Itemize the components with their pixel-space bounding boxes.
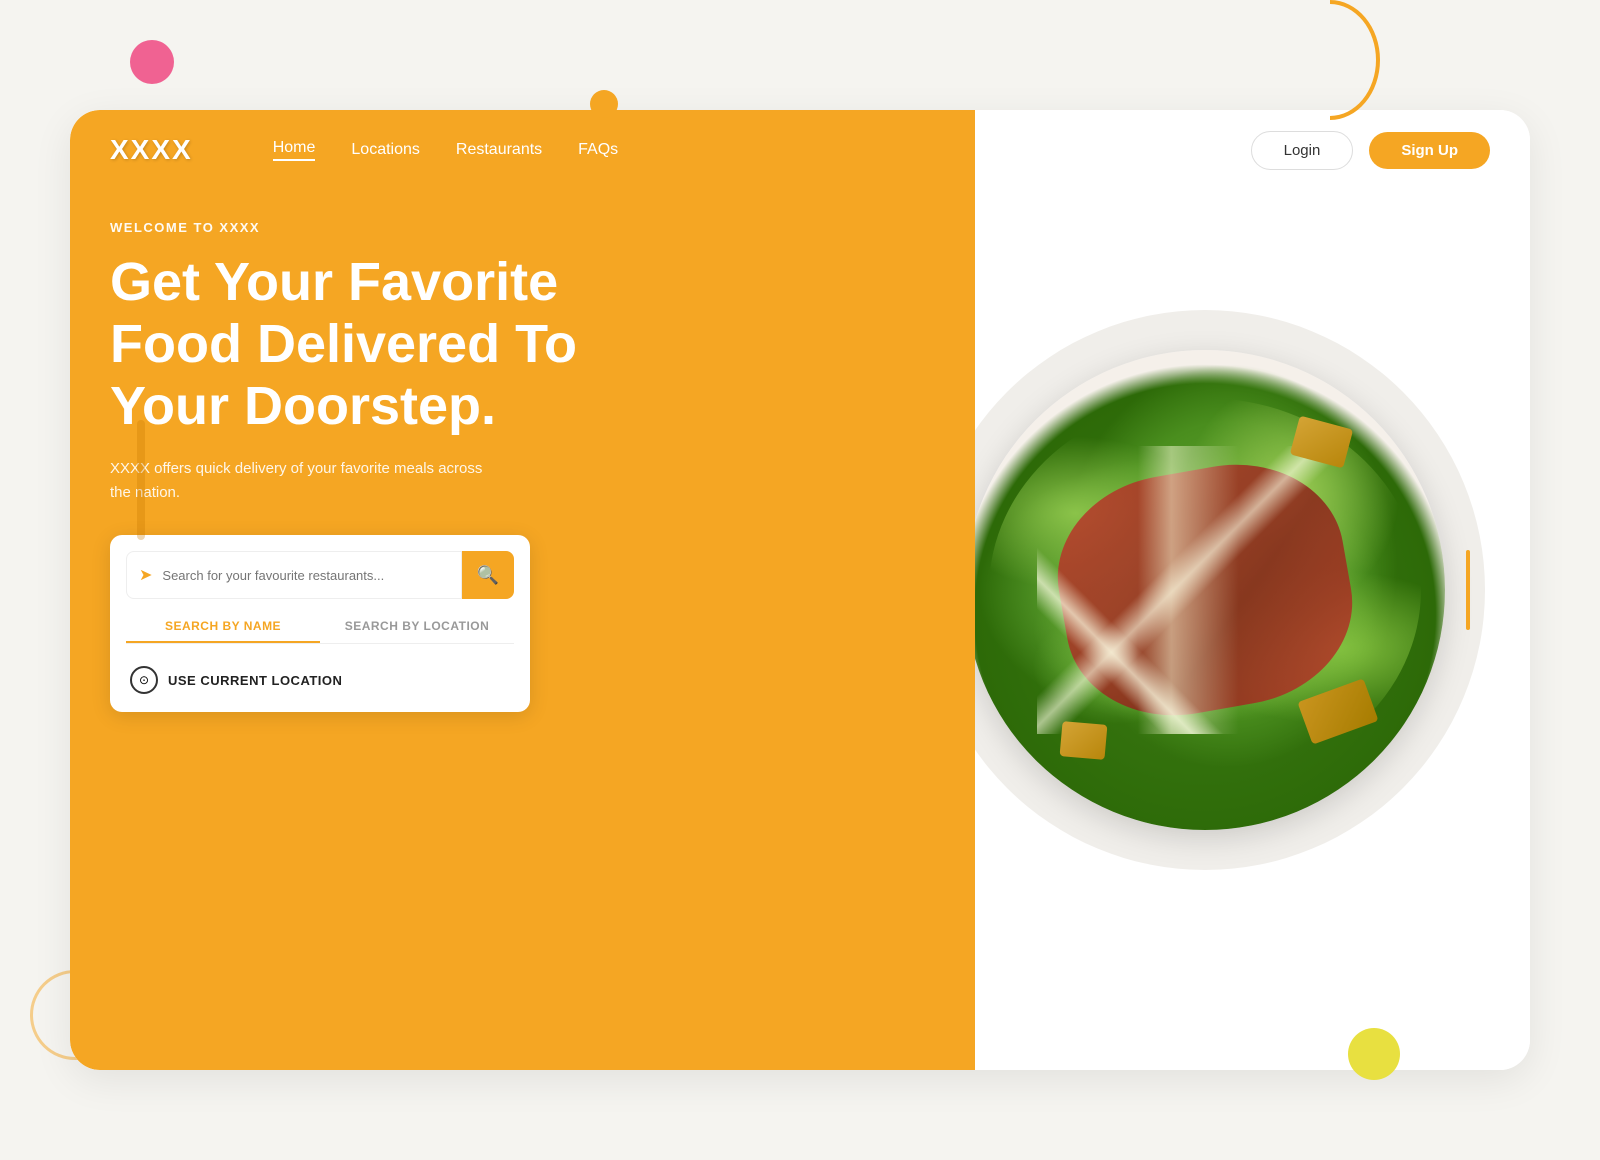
hero-content: WELCOME TO XXXX Get Your Favorite Food D… — [110, 200, 690, 732]
nav-locations[interactable]: Locations — [351, 141, 420, 159]
orange-arc-decoration — [1280, 0, 1380, 120]
location-arrow-icon: ➤ — [139, 565, 152, 585]
use-location-label: USE CURRENT LOCATION — [168, 673, 342, 688]
login-button[interactable]: Login — [1251, 131, 1354, 170]
yellow-circle-decoration — [1348, 1028, 1400, 1080]
nav-home[interactable]: Home — [273, 139, 316, 161]
food-image — [965, 350, 1445, 830]
logo-text: XXXX — [110, 134, 193, 166]
accent-bar — [137, 420, 145, 540]
search-tabs: SEARCH BY NAME SEARCH BY LOCATION — [126, 611, 514, 644]
welcome-text: WELCOME TO XXXX — [110, 220, 690, 235]
nav-actions: Login Sign Up — [1251, 131, 1490, 170]
nav-restaurants[interactable]: Restaurants — [456, 141, 542, 159]
orange-dot-decoration — [590, 90, 618, 118]
pink-circle-decoration — [130, 40, 174, 84]
tab-search-by-name[interactable]: SEARCH BY NAME — [126, 611, 320, 643]
hero-title: Get Your Favorite Food Delivered To Your… — [110, 251, 690, 437]
nav-faqs[interactable]: FAQs — [578, 141, 618, 159]
hero-subtitle: XXXX offers quick delivery of your favor… — [110, 457, 490, 505]
search-input-row: ➤ 🔍 — [126, 551, 514, 599]
nav-links: Home Locations Restaurants FAQs — [273, 139, 618, 161]
search-container: ➤ 🔍 SEARCH BY NAME SEARCH BY LOCATION ⊙ … — [110, 535, 530, 712]
use-current-location-row[interactable]: ⊙ USE CURRENT LOCATION — [126, 656, 514, 704]
navbar: XXXX Home Locations Restaurants FAQs Log… — [70, 110, 1530, 190]
search-input[interactable] — [162, 568, 449, 583]
search-button[interactable]: 🔍 — [462, 551, 514, 599]
main-card: XXXX Home Locations Restaurants FAQs Log… — [70, 110, 1530, 1070]
crouton-3 — [1059, 721, 1107, 760]
tab-search-by-location[interactable]: SEARCH BY LOCATION — [320, 611, 514, 643]
food-plate-container — [925, 310, 1485, 870]
search-magnifier-icon: 🔍 — [477, 565, 499, 586]
location-target-icon: ⊙ — [130, 666, 158, 694]
scroll-indicator — [1466, 550, 1470, 630]
logo-area: XXXX — [110, 134, 193, 166]
search-input-wrapper: ➤ — [126, 551, 462, 599]
salad-dressing — [1037, 446, 1373, 734]
signup-button[interactable]: Sign Up — [1369, 132, 1490, 169]
